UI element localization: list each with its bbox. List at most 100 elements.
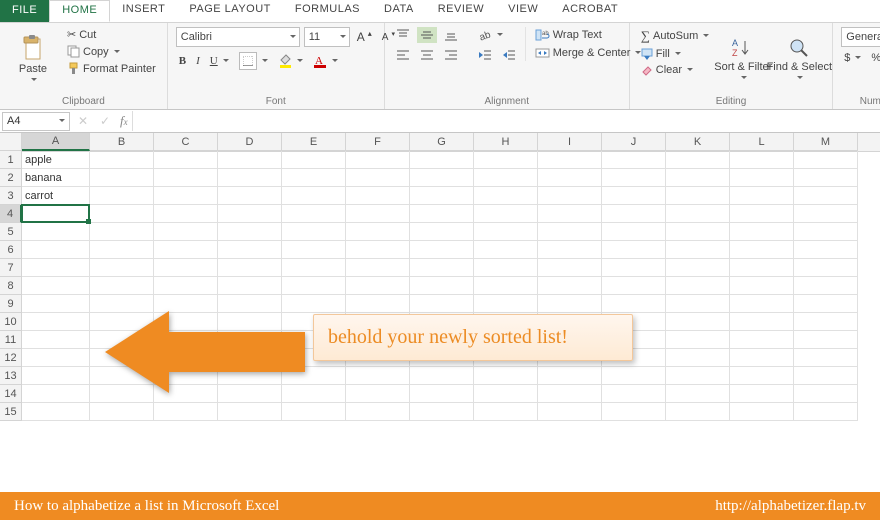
cell[interactable] — [22, 367, 90, 385]
grow-font-button[interactable]: A▴ — [354, 29, 375, 45]
cell[interactable] — [22, 385, 90, 403]
cell[interactable] — [154, 277, 218, 295]
cell[interactable] — [474, 277, 538, 295]
cell[interactable] — [794, 187, 858, 205]
col-header-F[interactable]: F — [346, 133, 410, 151]
font-color-button[interactable]: A — [310, 53, 341, 69]
row-header-11[interactable]: 11 — [0, 331, 22, 349]
cut-button[interactable]: ✂Cut — [64, 27, 159, 42]
cell[interactable] — [538, 295, 602, 313]
cell[interactable] — [474, 151, 538, 169]
align-top-button[interactable] — [393, 27, 413, 43]
cell[interactable] — [730, 367, 794, 385]
cell[interactable] — [22, 403, 90, 421]
cell[interactable] — [666, 223, 730, 241]
format-painter-button[interactable]: Format Painter — [64, 61, 159, 76]
cell[interactable] — [218, 187, 282, 205]
row-header-3[interactable]: 3 — [0, 187, 22, 205]
cell[interactable] — [282, 187, 346, 205]
cell[interactable] — [154, 241, 218, 259]
col-header-A[interactable]: A — [22, 133, 90, 151]
cell[interactable] — [538, 187, 602, 205]
col-header-E[interactable]: E — [282, 133, 346, 151]
cell[interactable] — [410, 151, 474, 169]
align-center-button[interactable] — [417, 47, 437, 63]
cell[interactable] — [22, 313, 90, 331]
cell[interactable]: carrot — [22, 187, 90, 205]
cell[interactable] — [794, 313, 858, 331]
cell[interactable] — [794, 277, 858, 295]
row-header-10[interactable]: 10 — [0, 313, 22, 331]
cell[interactable] — [346, 295, 410, 313]
autosum-button[interactable]: ∑AutoSum — [638, 27, 713, 45]
cell[interactable] — [90, 151, 154, 169]
cell[interactable] — [474, 169, 538, 187]
align-left-button[interactable] — [393, 47, 413, 63]
col-header-C[interactable]: C — [154, 133, 218, 151]
cell[interactable] — [154, 205, 218, 223]
cell[interactable] — [602, 403, 666, 421]
cell[interactable] — [346, 367, 410, 385]
cell[interactable] — [794, 349, 858, 367]
cell[interactable] — [602, 151, 666, 169]
decrease-indent-button[interactable] — [475, 47, 495, 63]
cell[interactable] — [794, 295, 858, 313]
cell[interactable] — [346, 259, 410, 277]
cell[interactable] — [666, 241, 730, 259]
cell[interactable]: apple — [22, 151, 90, 169]
cell[interactable] — [346, 277, 410, 295]
cell[interactable] — [730, 331, 794, 349]
row-header-15[interactable]: 15 — [0, 403, 22, 421]
row-header-6[interactable]: 6 — [0, 241, 22, 259]
cell[interactable] — [218, 151, 282, 169]
cell[interactable] — [410, 241, 474, 259]
align-bottom-button[interactable] — [441, 27, 461, 43]
paste-button[interactable]: Paste — [8, 27, 58, 91]
cell[interactable] — [794, 223, 858, 241]
row-header-7[interactable]: 7 — [0, 259, 22, 277]
row-header-14[interactable]: 14 — [0, 385, 22, 403]
cell[interactable] — [154, 259, 218, 277]
cell[interactable] — [154, 169, 218, 187]
cell[interactable] — [602, 259, 666, 277]
cell[interactable] — [410, 295, 474, 313]
cell[interactable] — [346, 151, 410, 169]
cell[interactable] — [538, 259, 602, 277]
cell[interactable] — [346, 205, 410, 223]
col-header-K[interactable]: K — [666, 133, 730, 151]
cell[interactable] — [794, 241, 858, 259]
cell[interactable] — [666, 385, 730, 403]
cell[interactable]: banana — [22, 169, 90, 187]
fill-button[interactable]: Fill — [638, 47, 713, 61]
cell[interactable] — [346, 169, 410, 187]
tab-home[interactable]: HOME — [49, 0, 110, 22]
cell[interactable] — [538, 385, 602, 403]
cell[interactable] — [218, 259, 282, 277]
cell[interactable] — [474, 367, 538, 385]
cell[interactable] — [794, 259, 858, 277]
cell[interactable] — [90, 205, 154, 223]
find-select-button[interactable]: Find & Select — [774, 27, 824, 91]
cell[interactable] — [22, 223, 90, 241]
merge-center-button[interactable]: Merge & Center — [532, 45, 645, 61]
italic-button[interactable]: I — [193, 54, 203, 68]
clear-button[interactable]: Clear — [638, 63, 713, 77]
col-header-H[interactable]: H — [474, 133, 538, 151]
cell[interactable] — [22, 205, 90, 223]
name-box[interactable]: A4 — [2, 112, 70, 131]
align-right-button[interactable] — [441, 47, 461, 63]
cell[interactable] — [22, 295, 90, 313]
cell[interactable] — [794, 385, 858, 403]
cell[interactable] — [666, 313, 730, 331]
cell[interactable] — [218, 205, 282, 223]
row-header-13[interactable]: 13 — [0, 367, 22, 385]
increase-indent-button[interactable] — [499, 47, 519, 63]
cell[interactable] — [410, 367, 474, 385]
sort-filter-button[interactable]: AZ Sort & Filter — [718, 27, 768, 91]
cell[interactable] — [282, 241, 346, 259]
cell[interactable] — [22, 349, 90, 367]
cell[interactable] — [90, 259, 154, 277]
cell[interactable] — [730, 205, 794, 223]
cell[interactable] — [346, 223, 410, 241]
cell[interactable] — [666, 349, 730, 367]
